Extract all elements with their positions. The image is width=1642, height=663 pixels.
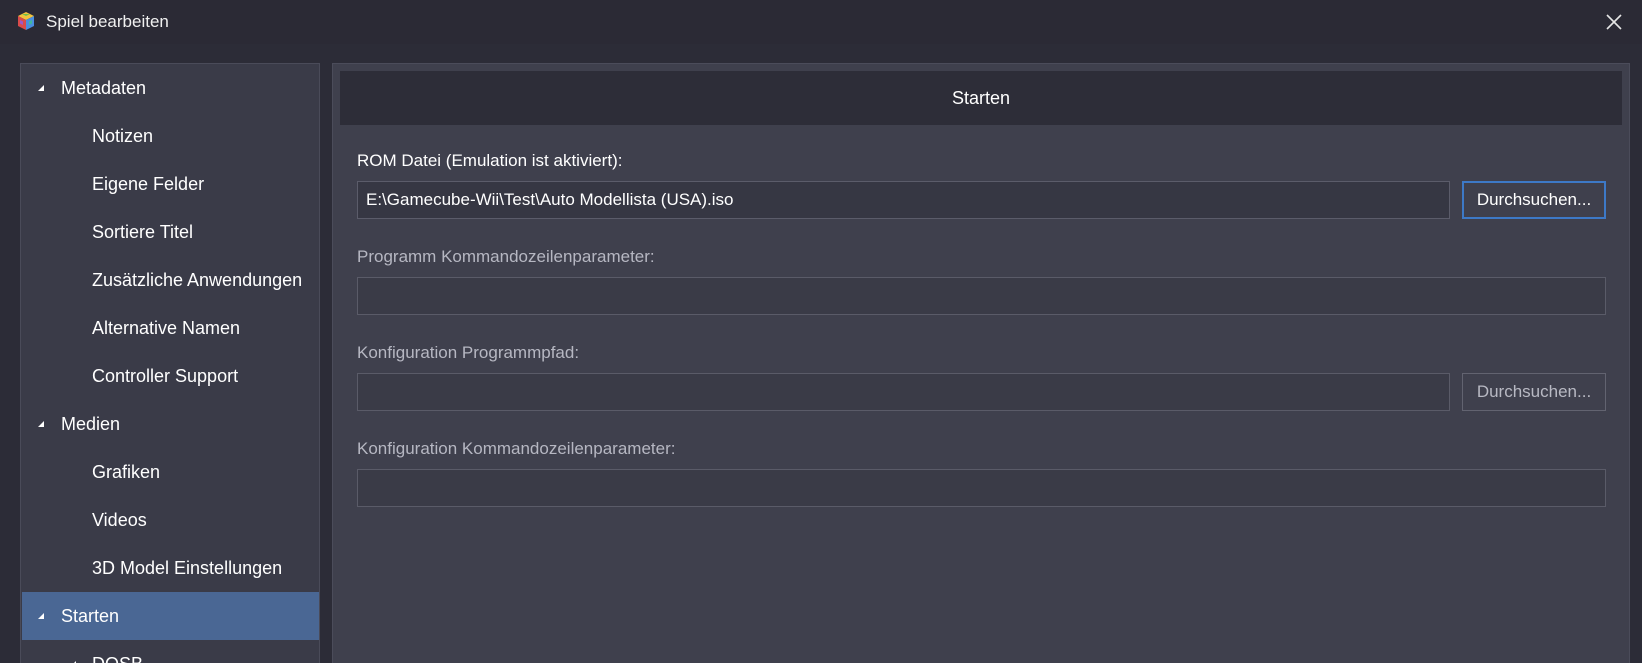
config-browse-button[interactable]: Durchsuchen...	[1462, 373, 1606, 411]
close-icon	[1606, 14, 1622, 30]
sidebar-tree: Metadaten Notizen Eigene Felder Sortiere…	[20, 63, 320, 663]
config-command-line-label: Konfiguration Kommandozeilenparameter:	[357, 439, 676, 458]
sidebar-item-eigene-felder[interactable]: Eigene Felder	[22, 160, 319, 208]
sidebar-item-label: Metadaten	[61, 77, 147, 98]
sidebar-item-label: 3D Model Einstellungen	[92, 557, 283, 578]
rom-browse-button[interactable]: Durchsuchen...	[1462, 181, 1606, 219]
command-line-label: Programm Kommandozeilenparameter:	[357, 247, 655, 266]
sidebar-item-label: Starten	[61, 605, 120, 626]
sidebar-item-label: Zusätzliche Anwendungen	[92, 269, 303, 290]
sidebar-item-label: Videos	[92, 509, 147, 530]
sidebar-item-label: Controller Support	[92, 365, 239, 386]
config-command-line-input[interactable]	[357, 469, 1606, 507]
sidebar-item-label: DOSB	[92, 654, 143, 663]
sidebar-item-starten[interactable]: Starten	[22, 592, 319, 640]
rom-file-label: ROM Datei (Emulation ist aktiviert):	[357, 151, 623, 170]
sidebar-item-label: Medien	[61, 413, 121, 434]
title-bar: Spiel bearbeiten	[0, 0, 1642, 44]
sidebar-item-3d-model-einstellungen[interactable]: 3D Model Einstellungen	[22, 544, 319, 592]
config-path-input[interactable]	[357, 373, 1450, 411]
window-title: Spiel bearbeiten	[46, 12, 169, 31]
starten-panel: Starten ROM Datei (Emulation ist aktivie…	[332, 63, 1630, 663]
config-path-label: Konfiguration Programmpfad:	[357, 343, 580, 362]
sidebar-item-sortiere-titel[interactable]: Sortiere Titel	[22, 208, 319, 256]
app-cube-icon	[18, 12, 34, 30]
sidebar-item-label: Eigene Felder	[92, 173, 205, 194]
sidebar-item-controller-support[interactable]: Controller Support	[22, 352, 319, 400]
command-line-input[interactable]	[357, 277, 1606, 315]
expanded-arrow-icon[interactable]	[36, 83, 46, 93]
sidebar-item-alternative-namen[interactable]: Alternative Namen	[22, 304, 319, 352]
rom-file-input[interactable]	[357, 181, 1450, 219]
sidebar-item-medien[interactable]: Medien	[22, 400, 319, 448]
sidebar-item-dosb[interactable]: DOSB	[22, 640, 319, 663]
expanded-arrow-icon[interactable]	[68, 659, 78, 663]
sidebar-item-label: Notizen	[92, 125, 154, 146]
sidebar-item-label: Alternative Namen	[92, 317, 241, 338]
sidebar-item-videos[interactable]: Videos	[22, 496, 319, 544]
sidebar-item-grafiken[interactable]: Grafiken	[22, 448, 319, 496]
sidebar-item-label: Sortiere Titel	[92, 221, 194, 242]
close-button[interactable]	[1586, 0, 1642, 44]
sidebar-item-label: Grafiken	[92, 461, 161, 482]
sidebar-item-notizen[interactable]: Notizen	[22, 112, 319, 160]
expanded-arrow-icon[interactable]	[36, 611, 46, 621]
expanded-arrow-icon[interactable]	[36, 419, 46, 429]
sidebar-item-metadaten[interactable]: Metadaten	[22, 64, 319, 112]
section-header: Starten	[340, 71, 1622, 125]
sidebar-item-zusaetzliche-anwendungen[interactable]: Zusätzliche Anwendungen	[22, 256, 319, 304]
edit-game-dialog: Spiel bearbeiten Metadaten Notizen Eigen…	[0, 0, 1642, 663]
